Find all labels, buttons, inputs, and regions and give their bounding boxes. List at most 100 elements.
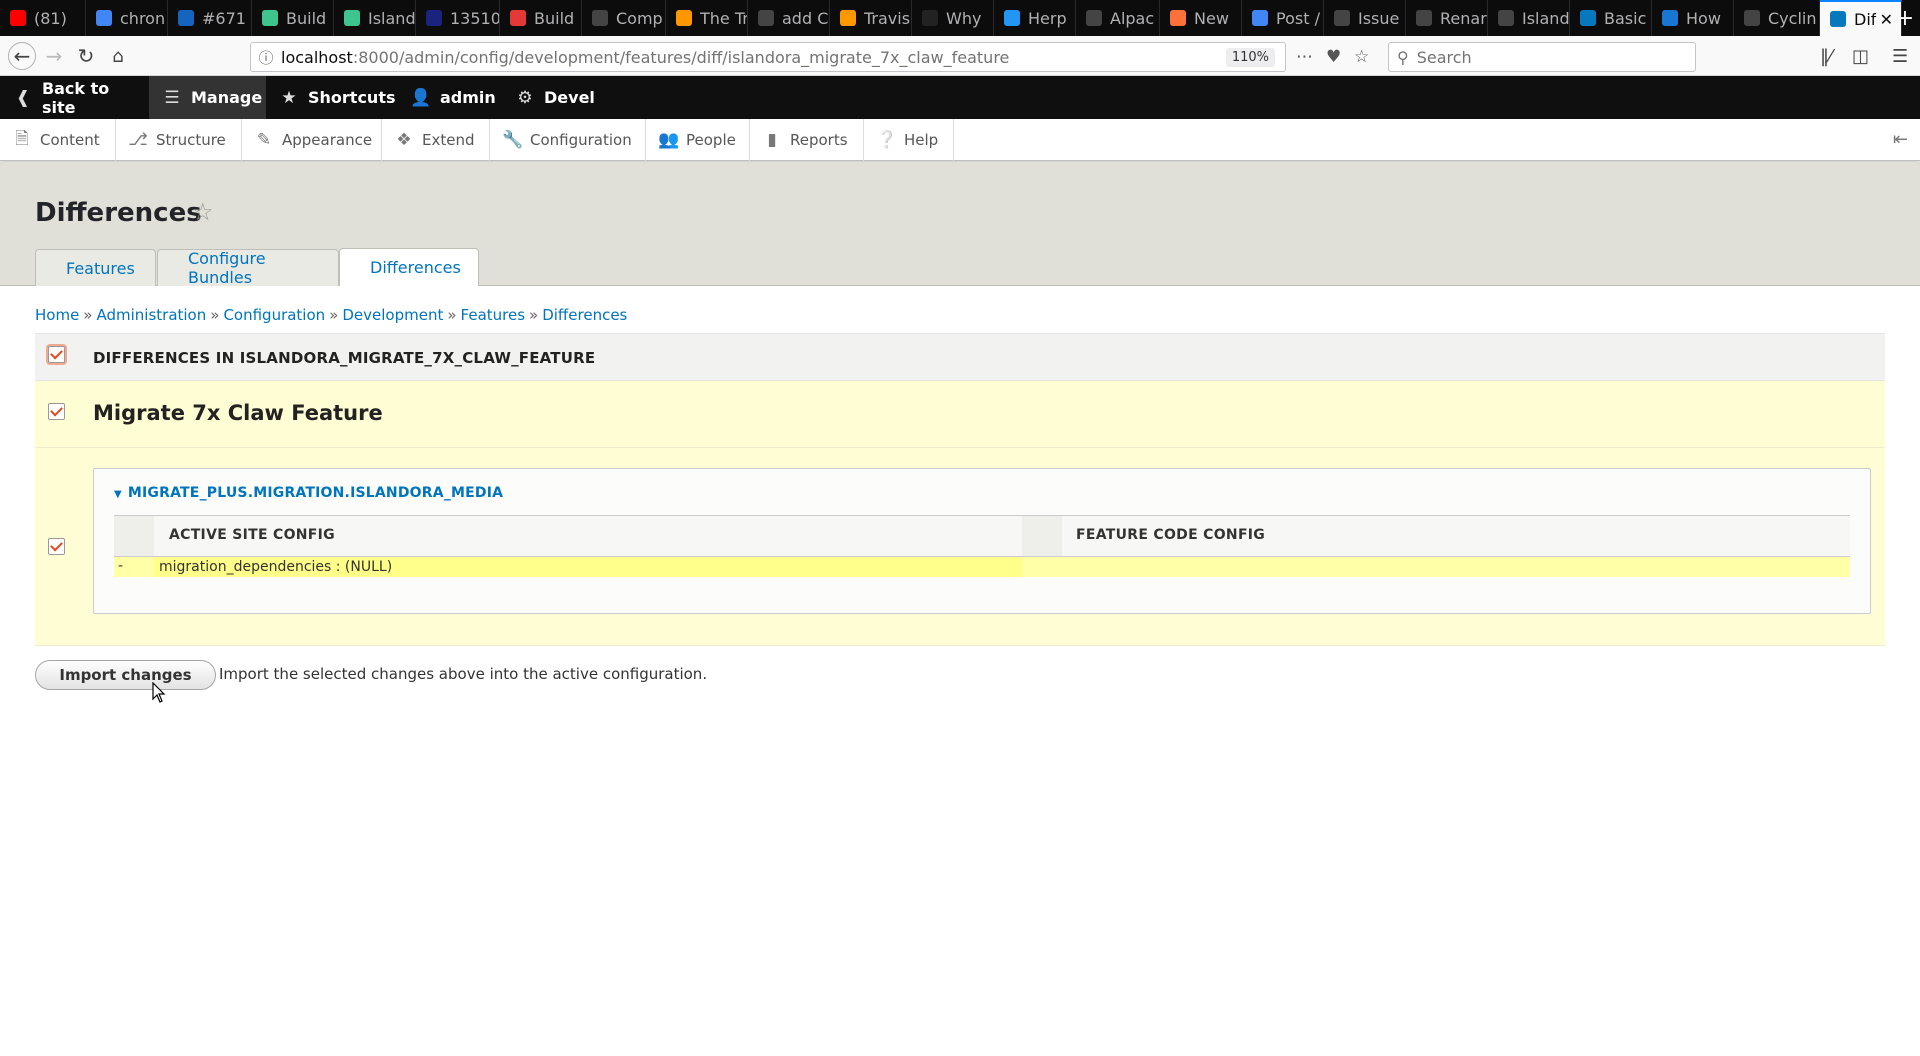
browser-tab[interactable]: Issue <box>1324 0 1406 36</box>
breadcrumb: Home» Administration» Configuration» Develo… <box>35 306 627 324</box>
tray-item-help[interactable]: ❔ Help <box>864 119 954 161</box>
page-title: Differences <box>35 198 202 228</box>
forward-arrow-icon[interactable]: → <box>42 44 66 68</box>
breadcrumb-home[interactable]: Home <box>35 306 79 324</box>
tray-item-appearance[interactable]: ✎ Appearance <box>242 119 382 161</box>
search-placeholder: Search <box>1416 47 1472 67</box>
zoom-badge[interactable]: 110% <box>1225 47 1275 67</box>
tab-label: Differences <box>370 258 461 277</box>
browser-tab[interactable]: Basic <box>1570 0 1652 36</box>
browser-tab[interactable]: Island <box>1488 0 1570 36</box>
breadcrumb-administration[interactable]: Administration <box>96 306 206 324</box>
browser-tab[interactable]: 13510 <box>416 0 500 36</box>
differences-table-header: DIFFERENCES IN ISLANDORA_MIGRATE_7X_CLAW… <box>35 334 1885 381</box>
browser-search-input[interactable]: ⚲ Search <box>1388 42 1696 72</box>
page-actions-icon[interactable]: ⋯ <box>1296 47 1313 67</box>
site-info-icon[interactable]: ⓘ <box>251 47 281 68</box>
tray-item-structure[interactable]: ⎇ Structure <box>116 119 242 161</box>
browser-tab-label: Build <box>534 8 575 28</box>
breadcrumb-features[interactable]: Features <box>461 306 526 324</box>
tray-item-label: Structure <box>156 131 226 149</box>
shortcut-star-icon[interactable]: ☆ <box>192 198 214 226</box>
browser-tab-label: Build <box>286 8 327 28</box>
tray-item-label: Configuration <box>530 131 632 149</box>
browser-tab[interactable]: Herp <box>994 0 1076 36</box>
browser-tab-label: Island <box>1522 8 1569 28</box>
library-icon[interactable]: ‖⁄ <box>1820 46 1832 67</box>
github-icon <box>592 10 608 26</box>
back-arrow-icon[interactable]: ← <box>8 42 36 70</box>
devel-tab[interactable]: ⚙ Devel <box>502 76 602 119</box>
tray-item-content[interactable]: 🗎 Content <box>0 119 116 161</box>
bookmark-star-icon[interactable]: ☆ <box>1354 47 1369 67</box>
pocket-icon[interactable]: ♥ <box>1326 47 1341 67</box>
mouse-cursor-icon <box>152 682 166 703</box>
bar-chart-icon: ▮ <box>767 130 777 150</box>
browser-tab[interactable]: New <box>1160 0 1242 36</box>
reload-icon[interactable]: ↻ <box>74 44 98 68</box>
browser-tab-label: Alpac <box>1110 8 1155 28</box>
browser-tab-label: Herp <box>1028 8 1067 28</box>
tab-features[interactable]: Features <box>35 249 156 286</box>
collapse-triangle-icon: ▼ <box>114 489 122 500</box>
tray-item-extend[interactable]: ❖ Extend <box>382 119 490 161</box>
shortcuts-label: Shortcuts <box>308 88 396 107</box>
back-arrow-circle-icon: ❰ <box>15 87 31 108</box>
feature-checkbox[interactable] <box>48 403 65 420</box>
shortcuts-tab[interactable]: ★ Shortcuts <box>266 76 396 119</box>
menu-icon[interactable]: ☰ <box>1892 46 1908 67</box>
browser-tab[interactable]: Travis <box>830 0 912 36</box>
browser-tab[interactable]: add C <box>748 0 830 36</box>
browser-tab[interactable]: Island <box>334 0 416 36</box>
browser-tab-label: Dif <box>1854 9 1877 29</box>
config-diff-row: ▼ MIGRATE_PLUS.MIGRATION.ISLANDORA_MEDIA … <box>35 448 1885 646</box>
url-path: :8000/admin/config/development/features/… <box>352 47 1010 67</box>
browser-tab[interactable]: Post / <box>1242 0 1324 36</box>
tab-configure-bundles[interactable]: Configure Bundles <box>157 249 339 287</box>
import-changes-button[interactable]: Import changes <box>35 660 216 690</box>
column-header-active: ACTIVE SITE CONFIG <box>169 527 335 543</box>
tray-item-people[interactable]: 👥 People <box>646 119 750 161</box>
travis-icon <box>676 10 692 26</box>
browser-tab[interactable]: (81) <box>0 0 86 36</box>
new-tab-button[interactable]: + <box>1890 0 1920 36</box>
back-to-site-link[interactable]: ❰ Back to site <box>0 76 148 119</box>
config-item-checkbox[interactable] <box>48 538 65 555</box>
tab-differences[interactable]: Differences <box>339 248 479 286</box>
browser-tab[interactable]: chron <box>86 0 168 36</box>
diff-left-cell: migration_dependencies : (NULL) <box>154 557 1022 577</box>
github-icon <box>1086 10 1102 26</box>
browser-tab[interactable]: How <box>1652 0 1734 36</box>
breadcrumb-configuration[interactable]: Configuration <box>223 306 325 324</box>
breadcrumb-development[interactable]: Development <box>342 306 443 324</box>
browser-tab-label: Travis <box>864 8 911 28</box>
tray-item-label: People <box>686 131 736 149</box>
url-text: localhost:8000/admin/config/development/… <box>281 48 1226 67</box>
breadcrumb-differences[interactable]: Differences <box>542 306 627 324</box>
browser-tab[interactable]: Cyclin <box>1734 0 1820 36</box>
user-tab[interactable]: 👤 admin <box>398 76 498 119</box>
tray-item-configuration[interactable]: 🔧 Configuration <box>490 119 646 161</box>
browser-tab[interactable]: Build <box>252 0 334 36</box>
browser-tab-label: Issue <box>1358 8 1400 28</box>
sidebar-icon[interactable]: ◫ <box>1852 46 1869 67</box>
browser-tab[interactable]: #671 <box>168 0 252 36</box>
url-bar[interactable]: ⓘ localhost:8000/admin/config/developmen… <box>250 42 1286 72</box>
browser-tab[interactable]: Comp <box>582 0 666 36</box>
tray-orientation-toggle-icon[interactable]: ⇤ <box>1893 129 1908 150</box>
browser-tab[interactable]: Renar <box>1406 0 1488 36</box>
browser-tab[interactable]: Alpac <box>1076 0 1160 36</box>
home-icon[interactable]: ⌂ <box>106 44 130 68</box>
select-all-checkbox[interactable] <box>48 346 65 363</box>
browser-tab[interactable]: Build <box>500 0 582 36</box>
manage-tab[interactable]: ☰ Manage <box>149 76 266 119</box>
page-header: Differences ☆ Features Configure Bundles… <box>0 162 1920 287</box>
paintbrush-icon: ✎ <box>256 130 272 150</box>
build-icon <box>262 10 278 26</box>
config-item-summary[interactable]: ▼ MIGRATE_PLUS.MIGRATION.ISLANDORA_MEDIA <box>114 485 503 501</box>
breadcrumb-separator: » <box>447 306 457 324</box>
tray-item-reports[interactable]: ▮ Reports <box>750 119 864 161</box>
browser-tab-label: Basic <box>1604 8 1647 28</box>
browser-tab[interactable]: Why <box>912 0 994 36</box>
browser-tab[interactable]: The Tr <box>666 0 748 36</box>
